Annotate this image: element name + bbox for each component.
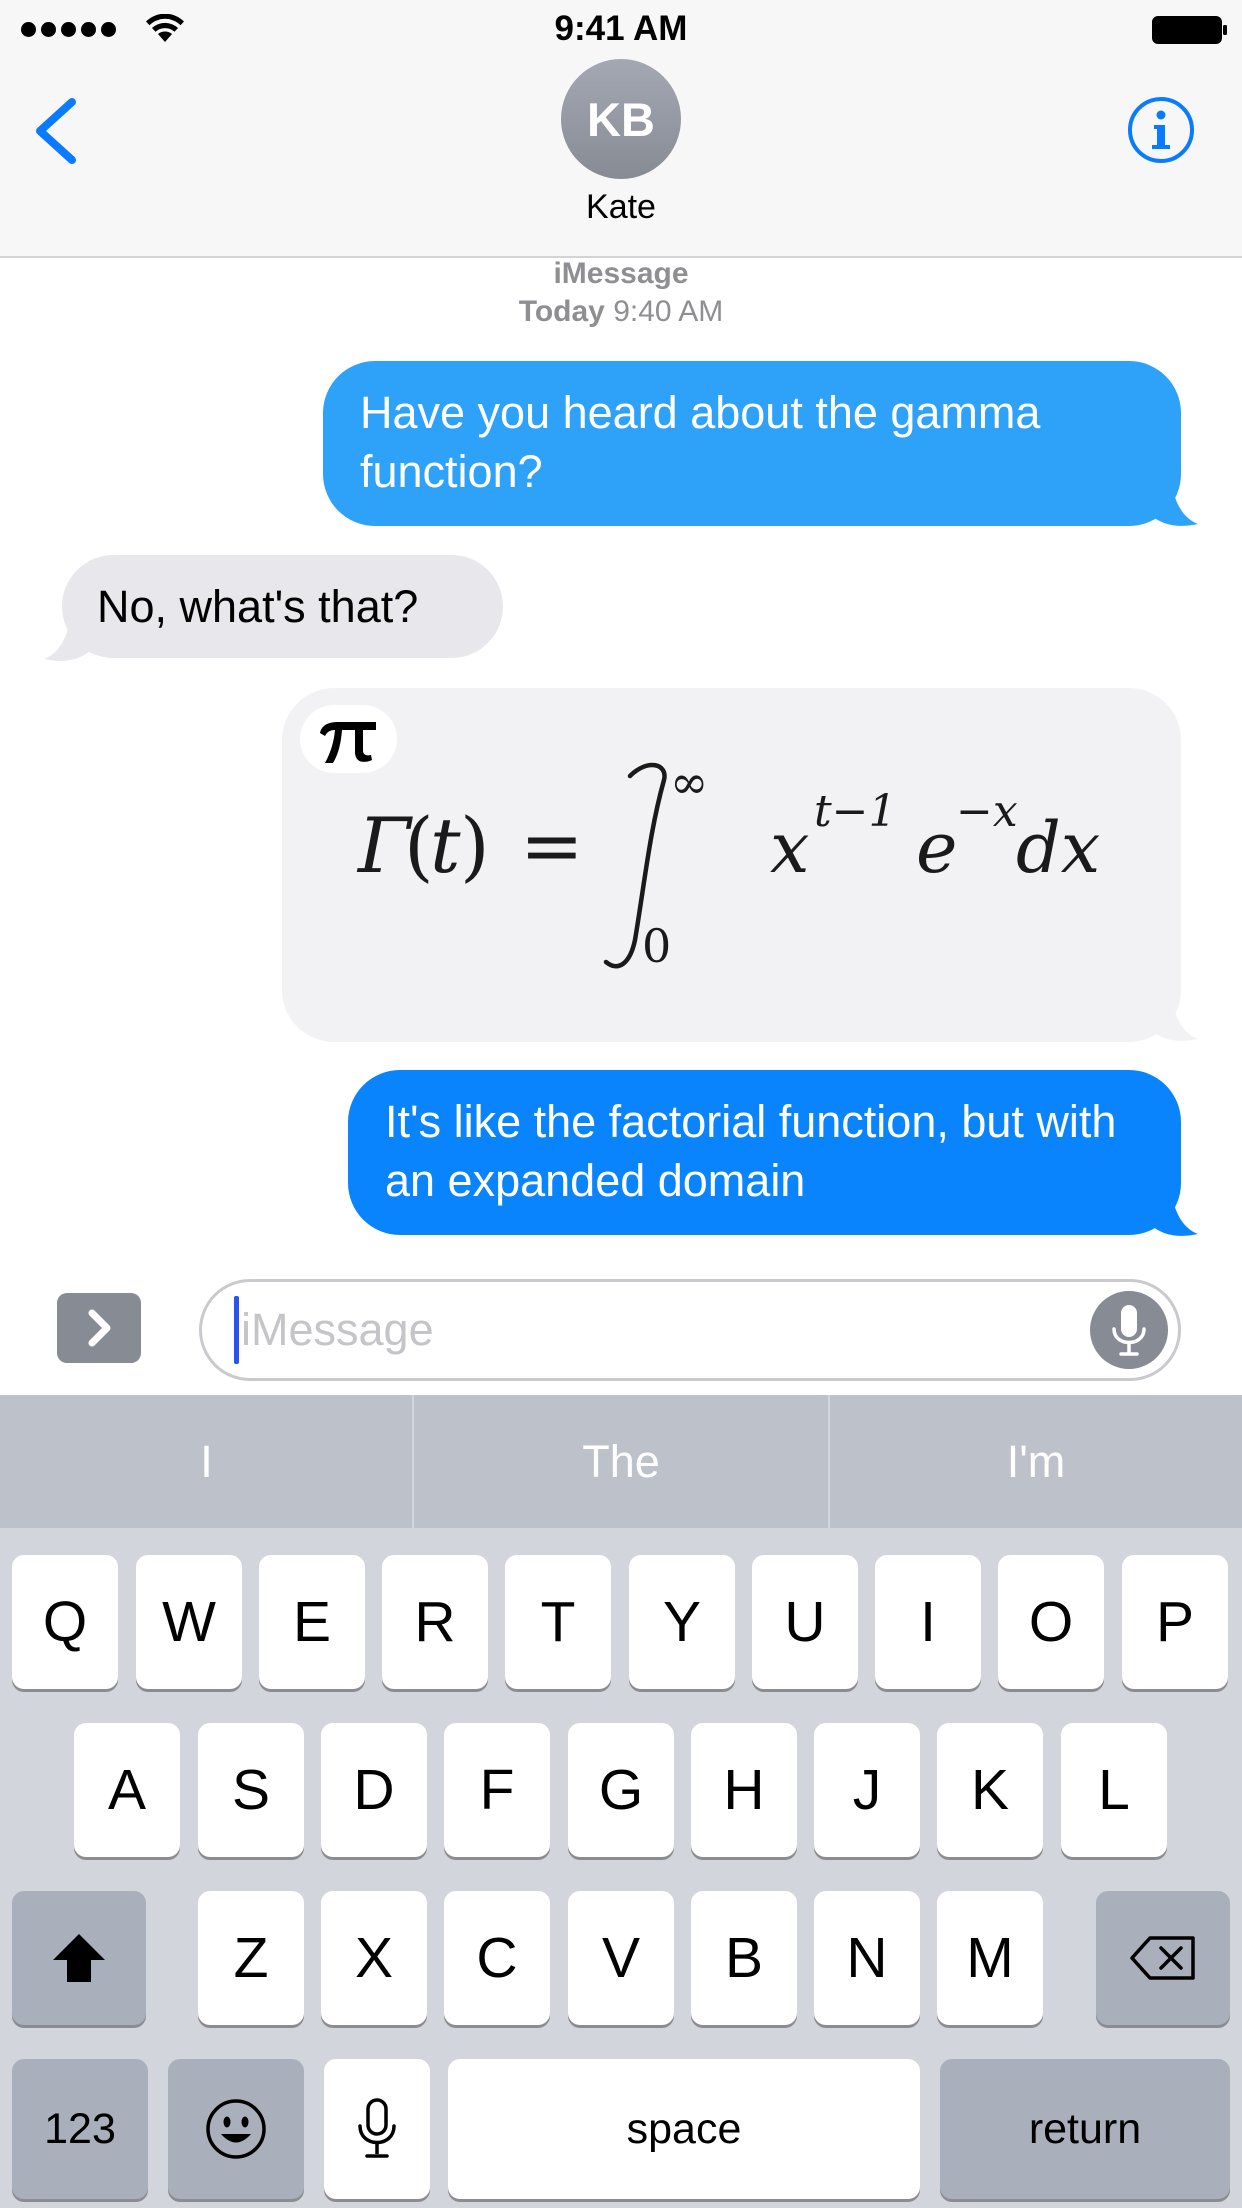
svg-text:∞: ∞ — [670, 755, 708, 809]
key-m[interactable]: M — [937, 1891, 1043, 2025]
numbers-key[interactable]: 123 — [12, 2059, 148, 2199]
key-o[interactable]: O — [998, 1555, 1104, 1689]
app-drawer-button[interactable] — [57, 1293, 141, 1363]
key-k[interactable]: K — [937, 1723, 1043, 1857]
microphone-icon — [358, 2098, 396, 2158]
suggestion-2[interactable]: The — [414, 1395, 828, 1528]
key-e[interactable]: E — [259, 1555, 365, 1689]
key-a[interactable]: A — [74, 1723, 180, 1857]
message-text: Have you heard about the gamma function? — [360, 387, 1041, 497]
svg-text:e: e — [916, 807, 957, 889]
message-bubble-outgoing[interactable]: Have you heard about the gamma function? — [323, 361, 1181, 526]
avatar-initials: KB — [587, 92, 655, 146]
contact-avatar[interactable]: KB — [561, 59, 681, 179]
status-bar: 9:41 AM — [0, 0, 1242, 60]
key-f[interactable]: F — [444, 1723, 550, 1857]
battery-icon — [1152, 16, 1227, 44]
microphone-icon — [1112, 1305, 1146, 1356]
svg-text:=: = — [520, 801, 584, 890]
message-bubble-incoming[interactable]: No, what's that? — [62, 555, 503, 658]
timestamp-time: 9:40 AM — [613, 295, 724, 328]
key-t[interactable]: T — [505, 1555, 611, 1689]
message-bubble-outgoing[interactable]: It's like the factorial function, but wi… — [348, 1070, 1181, 1235]
chevron-right-icon — [88, 1309, 111, 1347]
svg-text:x: x — [770, 807, 809, 889]
gamma-function-formula: Γ ( t ) = ∞ 0 x t−1 e −x dx — [356, 755, 1100, 973]
key-z[interactable]: Z — [198, 1891, 304, 2025]
suggestion-3[interactable]: I'm — [830, 1395, 1242, 1528]
message-text: It's like the factorial function, but wi… — [385, 1096, 1117, 1206]
messages-screen: 9:41 AM KB Kate iMessage Today 9:40 AM H… — [0, 0, 1242, 2208]
return-key[interactable]: return — [940, 2059, 1230, 2199]
key-l[interactable]: L — [1061, 1723, 1167, 1857]
dictation-button[interactable] — [1090, 1291, 1168, 1369]
shift-key[interactable] — [12, 1891, 146, 2025]
key-r[interactable]: R — [382, 1555, 488, 1689]
shift-arrow-icon — [53, 1934, 105, 1982]
svg-text:−x: −x — [956, 786, 1018, 837]
svg-text:dx: dx — [1016, 807, 1100, 889]
key-v[interactable]: V — [568, 1891, 674, 2025]
svg-text:0: 0 — [642, 919, 671, 973]
key-w[interactable]: W — [136, 1555, 242, 1689]
key-h[interactable]: H — [691, 1723, 797, 1857]
space-key[interactable]: space — [448, 2059, 920, 2199]
key-j[interactable]: J — [814, 1723, 920, 1857]
key-i[interactable]: I — [875, 1555, 981, 1689]
key-g[interactable]: G — [568, 1723, 674, 1857]
svg-text:t: t — [430, 801, 461, 890]
emoji-key[interactable] — [168, 2059, 304, 2199]
service-label: iMessage — [553, 257, 689, 290]
key-b[interactable]: B — [691, 1891, 797, 2025]
suggestion-1[interactable]: I — [0, 1395, 413, 1528]
key-d[interactable]: D — [321, 1723, 427, 1857]
message-input-placeholder: iMessage — [241, 1304, 434, 1355]
key-s[interactable]: S — [198, 1723, 304, 1857]
message-text: No, what's that? — [97, 581, 419, 632]
text-cursor — [234, 1296, 239, 1364]
key-p[interactable]: P — [1122, 1555, 1228, 1689]
key-x[interactable]: X — [321, 1891, 427, 2025]
svg-text:): ) — [460, 801, 490, 890]
svg-text:t−1: t−1 — [814, 786, 897, 837]
timestamp-day: Today — [518, 295, 605, 328]
conversation-timestamp: Today 9:40 AM — [0, 295, 1242, 329]
key-q[interactable]: Q — [12, 1555, 118, 1689]
key-c[interactable]: C — [444, 1891, 550, 2025]
dictation-key[interactable] — [324, 2059, 430, 2199]
info-icon[interactable] — [1127, 96, 1195, 164]
key-y[interactable]: Y — [629, 1555, 735, 1689]
conversation-header: 9:41 AM KB Kate — [0, 0, 1242, 258]
contact-name[interactable]: Kate — [0, 188, 1242, 227]
backspace-icon — [1130, 1936, 1195, 1980]
key-u[interactable]: U — [752, 1555, 858, 1689]
emoji-icon — [206, 2099, 266, 2159]
delete-key[interactable] — [1096, 1891, 1230, 2025]
status-time: 9:41 AM — [554, 9, 688, 48]
key-n[interactable]: N — [814, 1891, 920, 2025]
back-chevron-icon[interactable] — [30, 96, 80, 166]
